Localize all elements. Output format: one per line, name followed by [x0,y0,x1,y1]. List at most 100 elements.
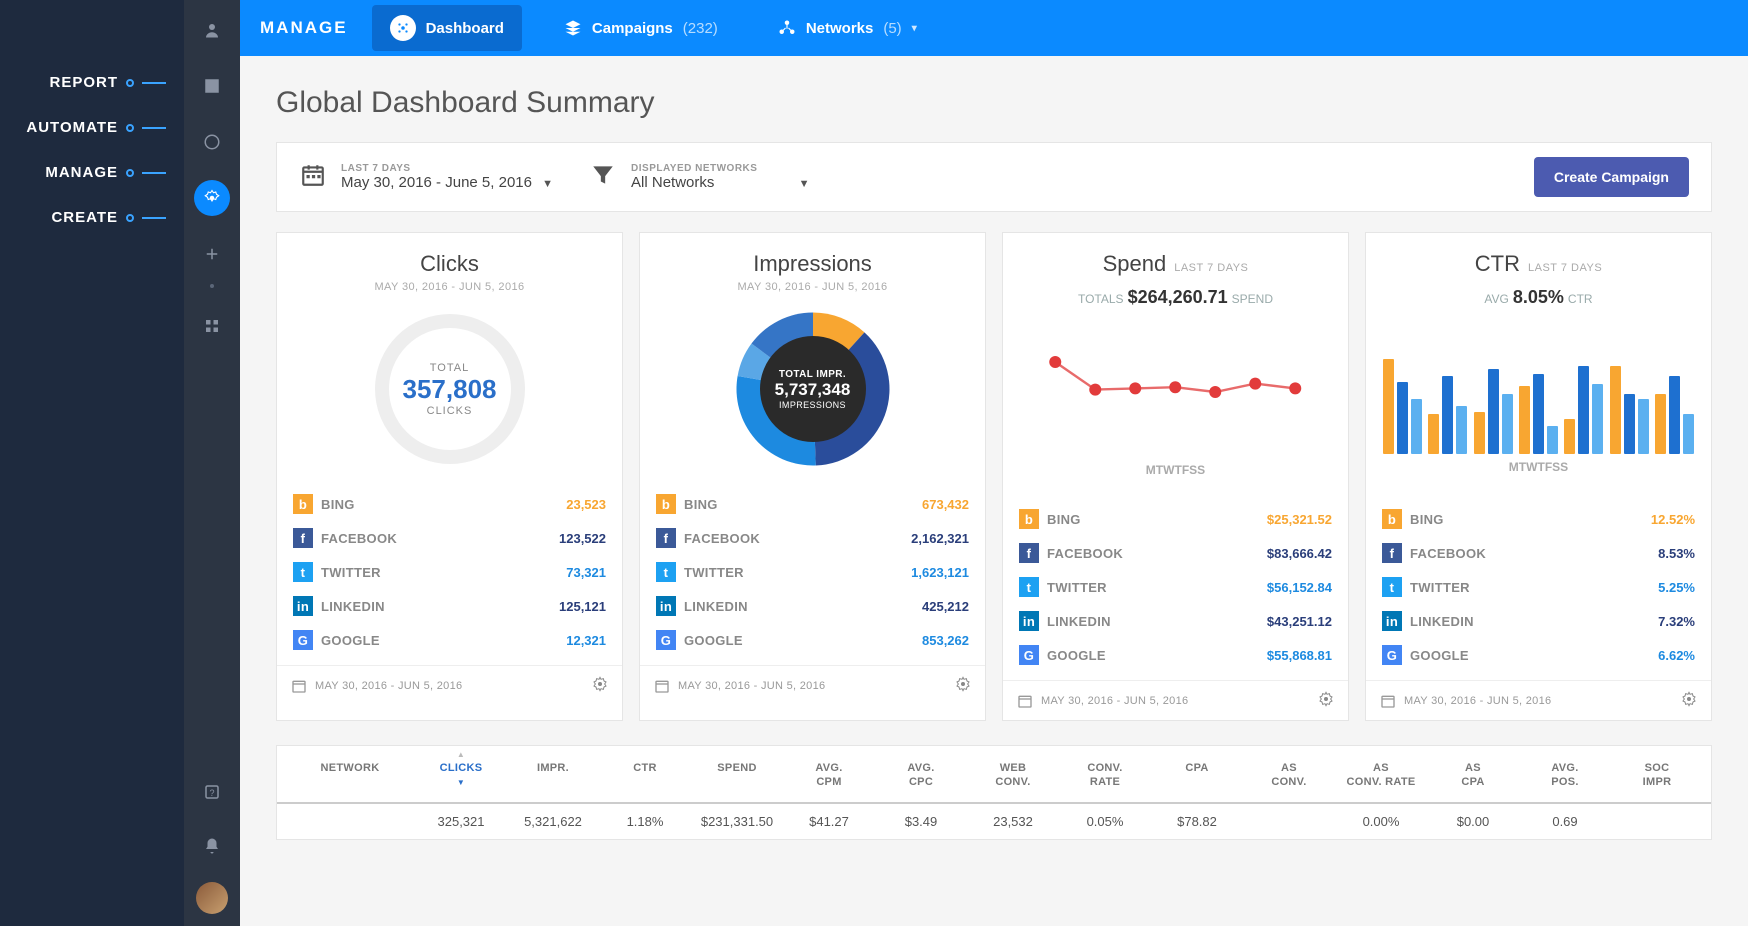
network-row: fFACEBOOK 8.53% [1380,536,1697,570]
fb-icon: f [656,528,676,548]
network-row: GGOOGLE 6.62% [1380,638,1697,672]
table-header[interactable]: ASCONV. [1243,762,1335,790]
gear-icon[interactable] [1318,691,1334,710]
chevron-down-icon: ▾ [912,23,917,34]
topbar: MANAGE Dashboard Campaigns (232) Network… [240,0,1748,56]
left-labels-column: REPORT AUTOMATE MANAGE CREATE [0,0,184,926]
rail-apps-icon[interactable] [194,308,230,344]
table-cell: $78.82 [1151,814,1243,829]
fb-icon: f [293,528,313,548]
li-icon: in [656,596,676,616]
table-header[interactable]: NETWORK [285,762,415,790]
rail-user-icon[interactable] [194,12,230,48]
card-footer: MAY 30, 2016 - JUN 5, 2016 [1366,680,1711,720]
days-row: MTWTFSS [1142,463,1209,477]
network-row: tTWITTER $56,152.84 [1017,570,1334,604]
network-row: bBING 673,432 [654,487,971,521]
page-title: Global Dashboard Summary [276,86,1712,120]
card-footer: MAY 30, 2016 - JUN 5, 2016 [1003,680,1348,720]
label-create: CREATE [0,195,184,240]
network-row: fFACEBOOK 123,522 [291,521,608,555]
calendar-icon [1017,693,1033,709]
calendar-icon [299,162,327,193]
bing-icon: b [293,494,313,514]
days-row: MTWTFSS [1505,460,1572,474]
network-row: inLINKEDIN $43,251.12 [1017,604,1334,638]
label-report: REPORT [0,60,184,105]
network-row: inLINKEDIN 425,212 [654,589,971,623]
table-header[interactable]: WEBCONV. [967,762,1059,790]
create-campaign-button[interactable]: Create Campaign [1534,157,1689,197]
layers-icon [564,19,582,37]
clicks-card: ClicksMAY 30, 2016 - JUN 5, 2016 TOTAL35… [276,232,623,721]
table-cell: $41.27 [783,814,875,829]
network-row: bBING $25,321.52 [1017,502,1334,536]
table-cell [285,814,415,829]
rail-manage-icon[interactable] [194,180,230,216]
rail-automate-icon[interactable] [194,124,230,160]
calendar-icon [654,678,670,694]
table-cell [1243,814,1335,829]
dashboard-icon [390,15,416,41]
network-row: GGOOGLE $55,868.81 [1017,638,1334,672]
nav-dashboard[interactable]: Dashboard [372,5,522,51]
li-icon: in [1019,611,1039,631]
table-cell: 5,321,622 [507,814,599,829]
gear-icon[interactable] [592,676,608,695]
li-icon: in [1382,611,1402,631]
table-header[interactable]: CTR [599,762,691,790]
chevron-down-icon: ▼ [542,178,553,190]
brand: MANAGE [260,18,348,38]
gg-icon: G [293,630,313,650]
gear-icon[interactable] [1681,691,1697,710]
network-row: tTWITTER 73,321 [291,555,608,589]
networks-icon [778,19,796,37]
gg-icon: G [656,630,676,650]
nav-campaigns[interactable]: Campaigns (232) [546,9,736,47]
calendar-icon [1380,693,1396,709]
tw-icon: t [1019,577,1039,597]
label-automate: AUTOMATE [0,105,184,150]
fb-icon: f [1019,543,1039,563]
tw-icon: t [293,562,313,582]
card-footer: MAY 30, 2016 - JUN 5, 2016 [640,665,985,705]
table-header[interactable]: IMPR. [507,762,599,790]
table-header[interactable]: CPA [1151,762,1243,790]
network-row: fFACEBOOK $83,666.42 [1017,536,1334,570]
clicks-donut: TOTAL357,808CLICKS [375,314,525,464]
spend-sparkline [1020,332,1331,457]
table-header[interactable]: AVG.POS. [1519,762,1611,790]
table-header[interactable]: CLICKS [415,762,507,790]
table-header[interactable]: AVG.CPC [875,762,967,790]
table-header[interactable]: ASCPA [1427,762,1519,790]
filter-bar: LAST 7 DAYSMay 30, 2016 - June 5, 2016 ▼… [276,142,1712,212]
impressions-card: ImpressionsMAY 30, 2016 - JUN 5, 2016 TO… [639,232,986,721]
spend-card: SpendLAST 7 DAYS TOTALS$264,260.71SPEND … [1002,232,1349,721]
date-range-picker[interactable]: LAST 7 DAYSMay 30, 2016 - June 5, 2016 ▼ [299,162,553,193]
gear-icon[interactable] [955,676,971,695]
rail-bell-icon[interactable] [194,828,230,864]
network-filter[interactable]: DISPLAYED NETWORKSAll Networks ▼ [589,162,809,193]
gg-icon: G [1019,645,1039,665]
rail-create-icon[interactable] [194,236,230,272]
table-header[interactable]: CONV.RATE [1059,762,1151,790]
nav-networks[interactable]: Networks (5) ▾ [760,9,935,47]
table-header[interactable]: ASCONV. RATE [1335,762,1427,790]
ctr-card: CTRLAST 7 DAYS AVG8.05%CTR MTWTFSS bBING… [1365,232,1712,721]
table-cell: 0.00% [1335,814,1427,829]
gg-icon: G [1382,645,1402,665]
table-header[interactable]: SOCIMPR [1611,762,1703,790]
rail-help-icon[interactable]: ? [194,774,230,810]
rail-report-icon[interactable] [194,68,230,104]
table-header[interactable]: AVG.CPM [783,762,875,790]
rail-avatar[interactable] [196,882,228,914]
table-header[interactable]: SPEND [691,762,783,790]
calendar-icon [291,678,307,694]
network-row: GGOOGLE 12,321 [291,623,608,657]
bing-icon: b [1382,509,1402,529]
table-cell: 1.18% [599,814,691,829]
table-cell [1611,814,1703,829]
bing-icon: b [1019,509,1039,529]
network-row: bBING 23,523 [291,487,608,521]
table-cell: 0.69 [1519,814,1611,829]
